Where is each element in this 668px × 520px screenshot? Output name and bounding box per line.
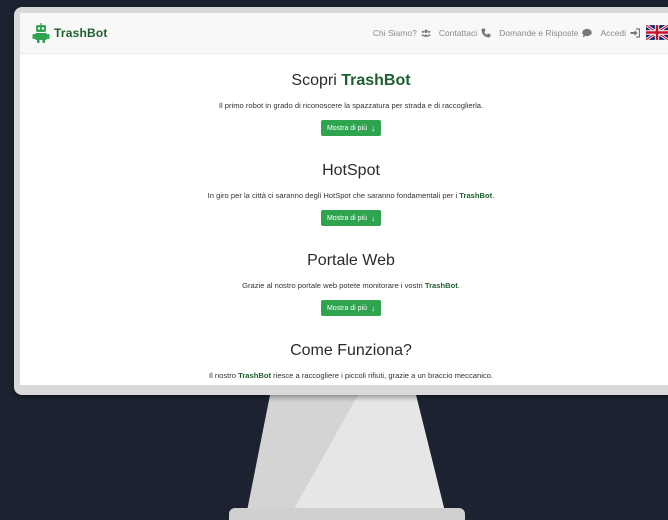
desc-bold: TrashBot	[238, 371, 272, 380]
section-title: Scopri TrashBot	[20, 72, 668, 90]
uk-flag-icon[interactable]	[646, 25, 668, 40]
section-portale-web: Portale Web Grazie al nostro portale web…	[20, 252, 668, 316]
nav-item-domande[interactable]: Domande e Risposte	[499, 27, 593, 38]
show-more-button[interactable]: Mostra di più ↓	[320, 210, 382, 226]
title-prefix: Scopri	[291, 72, 342, 89]
nav-item-label: Accedi	[600, 27, 626, 38]
arrow-down-icon: ↓	[371, 213, 376, 223]
show-more-button[interactable]: Mostra di più ↓	[320, 300, 382, 316]
arrow-down-icon: ↓	[371, 303, 376, 313]
brand-logo-link[interactable]: TrashBot	[32, 23, 108, 43]
section-scopri: Scopri TrashBot Il primo robot in grado …	[20, 72, 668, 136]
section-description: Il primo robot in grado di riconoscere l…	[218, 101, 484, 110]
phone-icon	[481, 28, 491, 37]
nav-item-label: Domande e Risposte	[499, 27, 579, 38]
section-title: Come Funziona?	[290, 342, 412, 359]
nav-item-accedi[interactable]: Accedi	[600, 28, 640, 38]
title-highlight: TrashBot	[341, 72, 411, 89]
users-icon	[420, 29, 431, 37]
section-title: HotSpot	[322, 162, 380, 179]
section-description: Grazie al nostro portale web potete moni…	[20, 281, 668, 290]
comment-icon	[582, 28, 593, 37]
sign-in-icon	[630, 27, 640, 38]
monitor-stand	[246, 395, 446, 516]
show-more-button[interactable]: Mostra di più ↓	[320, 120, 382, 136]
desc-suffix: .	[492, 191, 495, 200]
section-come-funziona: Come Funziona? Il nostro TrashBot riesce…	[20, 342, 668, 380]
desc-prefix: Grazie al nostro portale web potete moni…	[242, 281, 425, 290]
navbar: TrashBot Chi Siamo? Contattaci Domande e…	[20, 13, 668, 54]
button-label: Mostra di più	[326, 304, 368, 312]
main-content: Scopri TrashBot Il primo robot in grado …	[20, 54, 668, 385]
browser-viewport: TrashBot Chi Siamo? Contattaci Domande e…	[20, 13, 668, 385]
nav-item-label: Contattaci	[438, 27, 478, 38]
nav-menu: Chi Siamo? Contattaci Domande e Risposte…	[365, 25, 668, 40]
section-description: In giro per la città ci saranno degli Ho…	[20, 191, 668, 200]
brand-name: TrashBot	[54, 26, 108, 40]
desc-prefix: Il nostro	[208, 371, 239, 380]
desc-prefix: In giro per la città ci saranno degli Ho…	[207, 191, 460, 200]
monitor-base	[229, 508, 465, 520]
monitor-frame: TrashBot Chi Siamo? Contattaci Domande e…	[14, 7, 668, 395]
nav-item-contattaci[interactable]: Contattaci	[439, 28, 491, 38]
section-title: Portale Web	[307, 252, 395, 269]
robot-icon	[32, 23, 50, 43]
section-hotspot: HotSpot In giro per la città ci saranno …	[20, 162, 668, 226]
button-label: Mostra di più	[326, 214, 368, 222]
nav-item-chi-siamo[interactable]: Chi Siamo?	[373, 28, 431, 38]
desc-suffix: riesce a raccogliere i piccoli rifiuti, …	[271, 371, 494, 380]
desc-bold: TrashBot	[459, 191, 493, 200]
nav-item-label: Chi Siamo?	[372, 27, 417, 38]
section-description: Il nostro TrashBot riesce a raccogliere …	[20, 371, 668, 380]
desc-suffix: .	[457, 281, 460, 290]
desc-bold: TrashBot	[424, 281, 458, 290]
button-label: Mostra di più	[326, 124, 368, 132]
arrow-down-icon: ↓	[371, 123, 376, 133]
